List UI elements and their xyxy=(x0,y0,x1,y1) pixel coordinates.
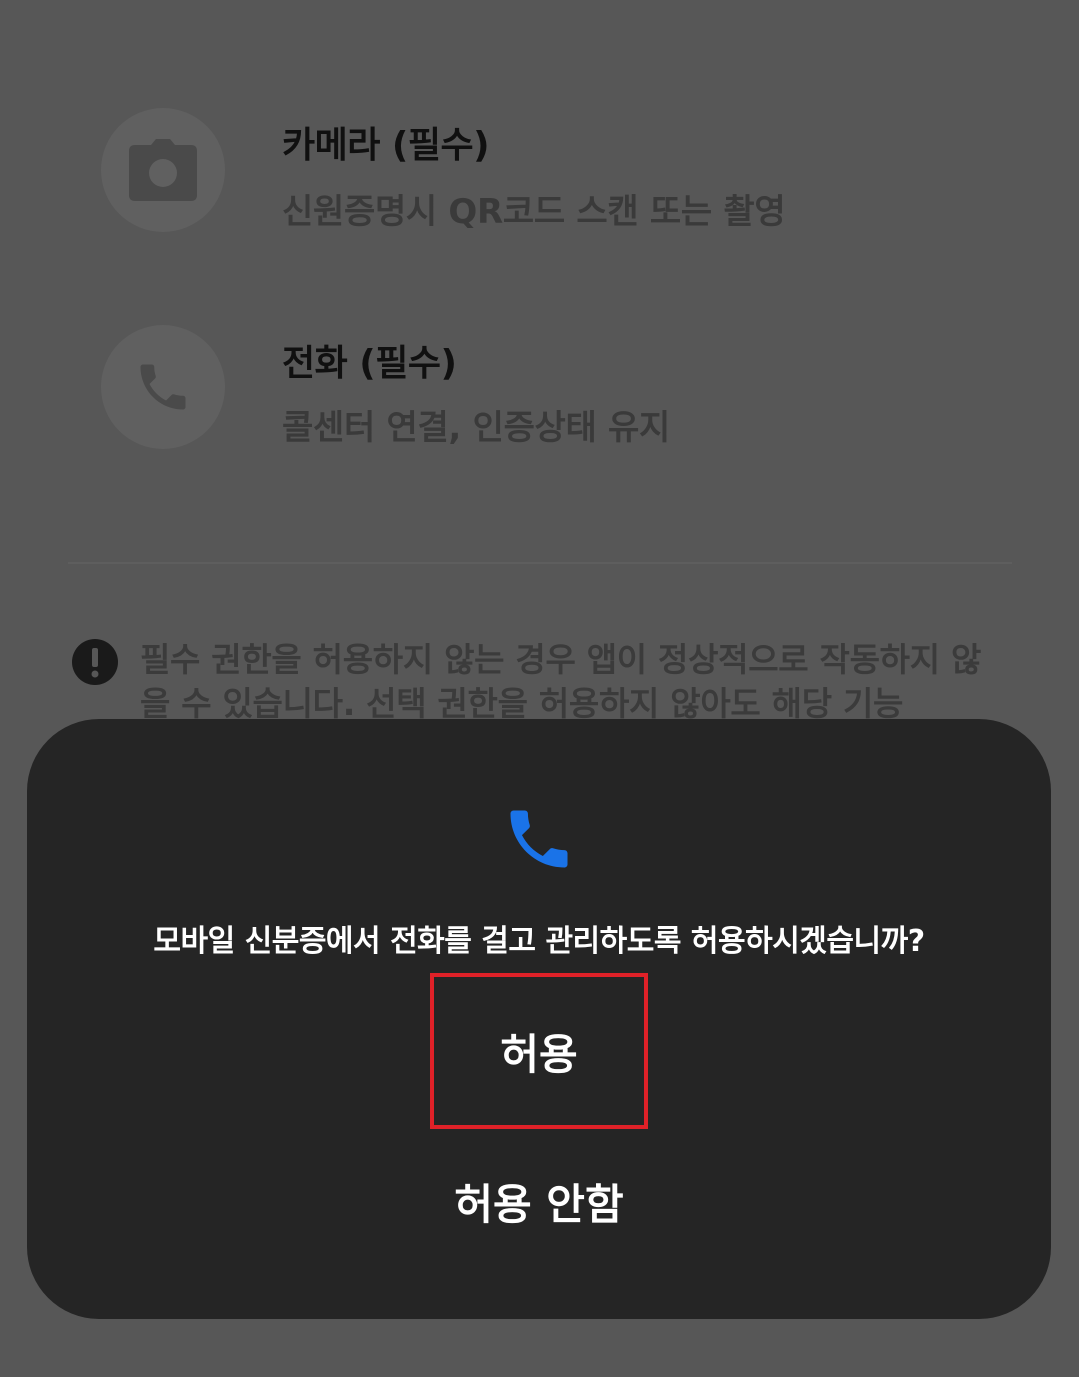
permission-description: 신원증명시 QR코드 스캔 또는 촬영 xyxy=(282,192,786,232)
allow-button[interactable]: 허용 xyxy=(430,973,648,1129)
permission-dialog: 모바일 신분증에서 전화를 걸고 관리하도록 허용하시겠습니까? 허용 허용 안… xyxy=(27,719,1051,1319)
camera-icon-circle xyxy=(101,108,225,232)
phone-icon-circle xyxy=(101,325,225,449)
permission-notice-text: 필수 권한을 허용하지 않는 경우 앱이 정상적으로 작동하지 않을 수 있습니… xyxy=(140,640,982,723)
deny-button[interactable]: 허용 안함 xyxy=(339,1159,739,1243)
divider xyxy=(68,562,1012,564)
dialog-message: 모바일 신분증에서 전화를 걸고 관리하도록 허용하시겠습니까? xyxy=(153,924,925,959)
phone-icon xyxy=(510,810,568,868)
permission-description: 콜센터 연결, 인증상태 유지 xyxy=(282,408,671,448)
permission-title: 전화 (필수) xyxy=(282,343,457,384)
exclamation-icon xyxy=(72,639,118,685)
camera-icon xyxy=(129,139,197,201)
permission-title: 카메라 (필수) xyxy=(282,125,490,166)
phone-icon xyxy=(140,364,186,410)
